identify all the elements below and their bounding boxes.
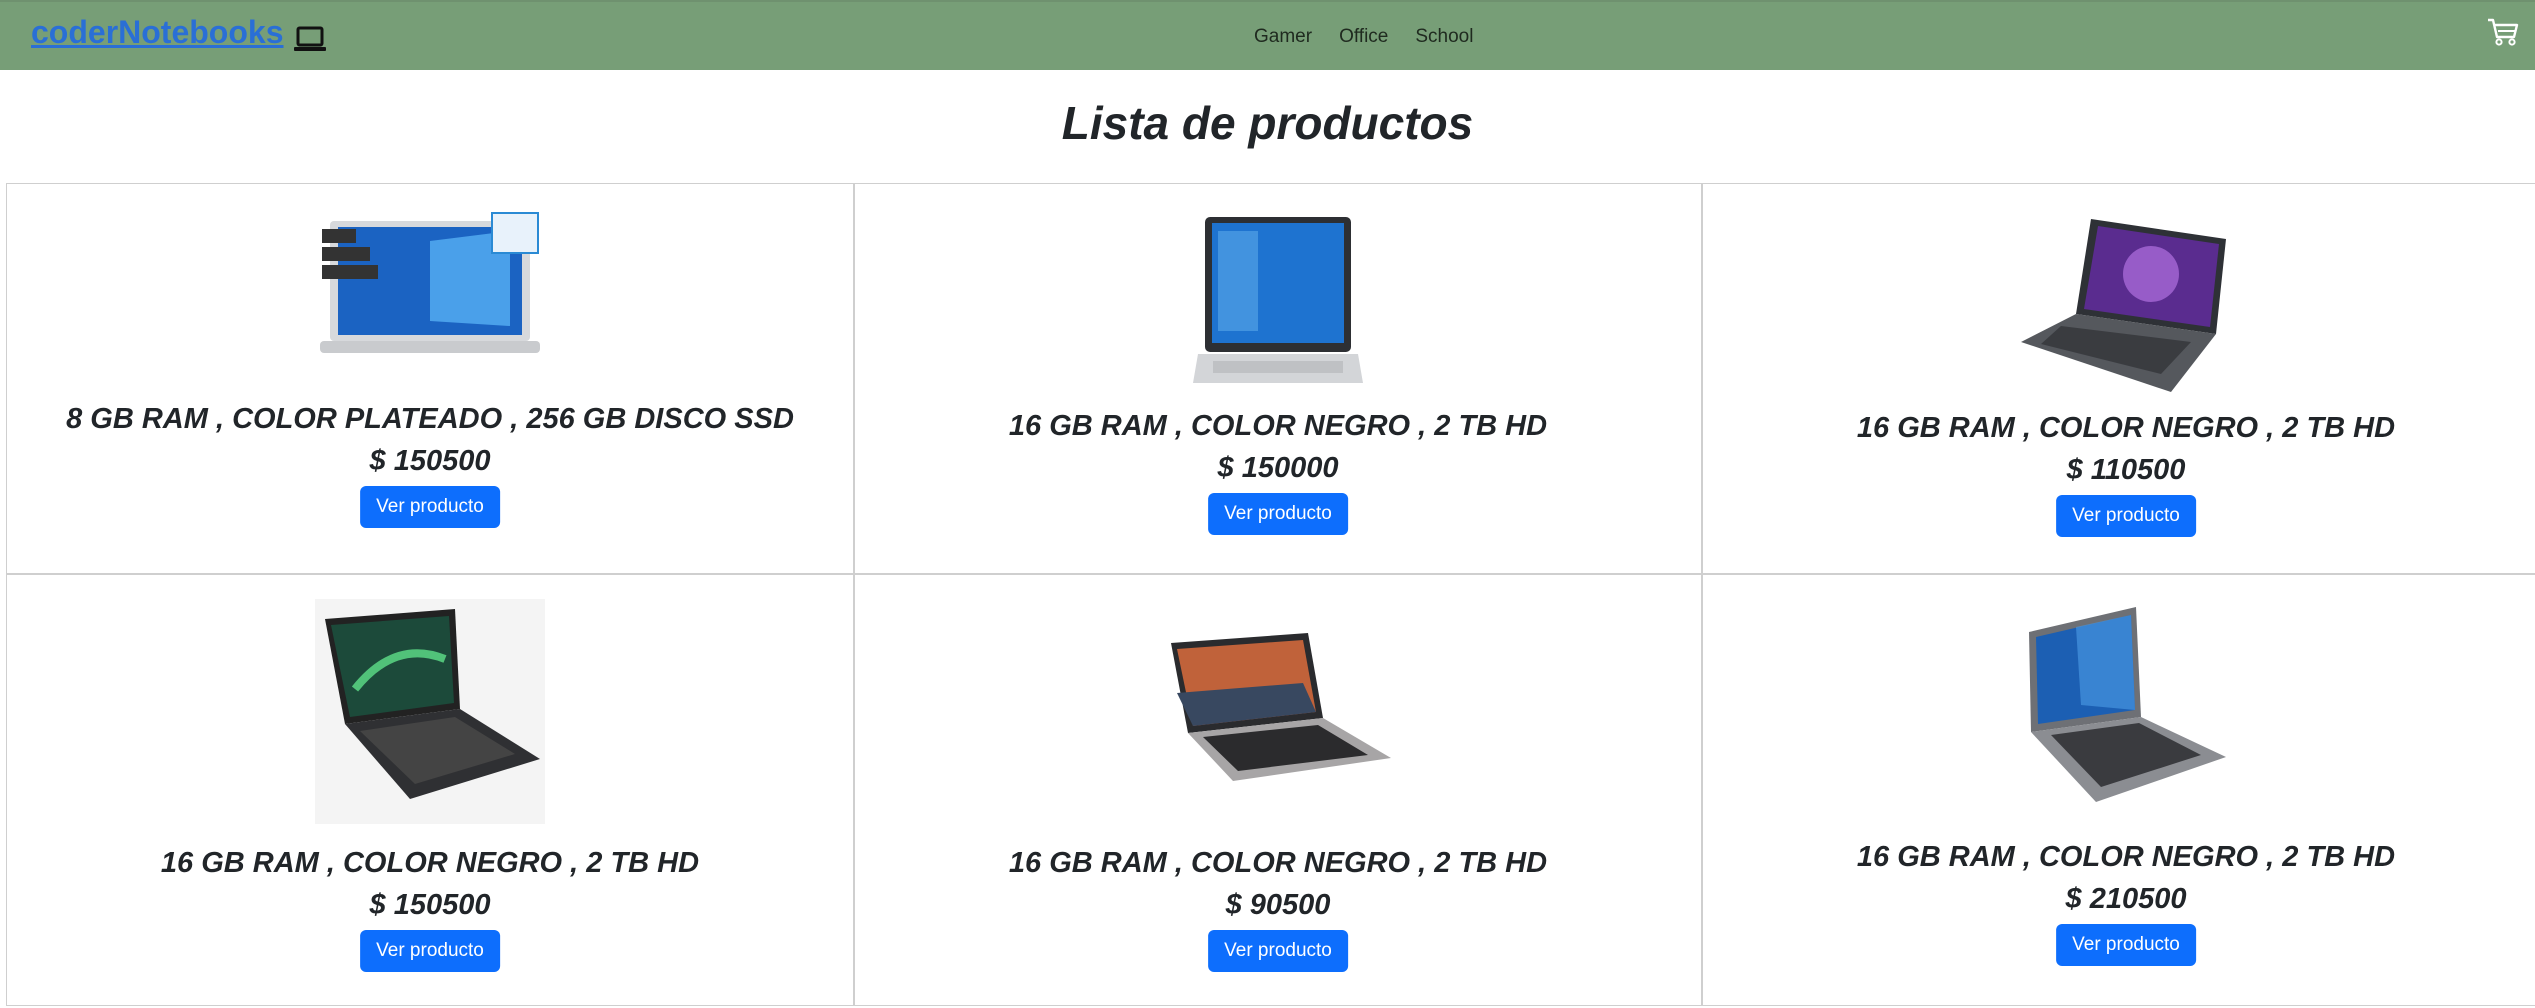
- view-product-button[interactable]: Ver producto: [2056, 495, 2196, 537]
- nav-link-office[interactable]: Office: [1339, 26, 1388, 48]
- product-card: 8 GB RAM , COLOR PLATEADO , 256 GB DISCO…: [6, 183, 854, 574]
- product-description: 16 GB RAM , COLOR NEGRO , 2 TB HD: [1856, 841, 2396, 873]
- product-price: $ 150000: [1217, 452, 1339, 484]
- view-product-button[interactable]: Ver producto: [2056, 924, 2196, 966]
- product-description: 16 GB RAM , COLOR NEGRO , 2 TB HD: [1008, 847, 1548, 879]
- view-product-button[interactable]: Ver producto: [360, 486, 500, 528]
- product-card: 16 GB RAM , COLOR NEGRO , 2 TB HD $ 2105…: [1702, 574, 2535, 1006]
- product-image: [1703, 214, 2535, 394]
- product-price: $ 150500: [369, 445, 491, 477]
- product-price: $ 90500: [1225, 889, 1331, 921]
- product-description: 16 GB RAM , COLOR NEGRO , 2 TB HD: [160, 847, 700, 879]
- brand-link[interactable]: coderNotebooks: [31, 14, 283, 51]
- product-card: 16 GB RAM , COLOR NEGRO , 2 TB HD $ 1105…: [1702, 183, 2535, 574]
- product-card: 16 GB RAM , COLOR NEGRO , 2 TB HD $ 1500…: [854, 183, 1702, 574]
- view-product-button[interactable]: Ver producto: [1208, 493, 1348, 535]
- product-price: $ 210500: [2065, 883, 2187, 915]
- view-product-button[interactable]: Ver producto: [360, 930, 500, 972]
- view-product-button[interactable]: Ver producto: [1208, 930, 1348, 972]
- product-card: 16 GB RAM , COLOR NEGRO , 2 TB HD $ 9050…: [854, 574, 1702, 1006]
- product-description: 16 GB RAM , COLOR NEGRO , 2 TB HD: [1856, 412, 2396, 444]
- nav-links: Gamer Office School: [1254, 26, 1500, 48]
- product-description: 16 GB RAM , COLOR NEGRO , 2 TB HD: [1008, 410, 1548, 442]
- product-image: [7, 211, 853, 366]
- product-price: $ 110500: [2066, 454, 2186, 486]
- product-price: $ 150500: [369, 889, 491, 921]
- cart-icon[interactable]: [2486, 17, 2520, 52]
- nav-link-gamer[interactable]: Gamer: [1254, 26, 1312, 48]
- nav-link-school[interactable]: School: [1415, 26, 1473, 48]
- product-image: [855, 633, 1701, 783]
- page-title: Lista de productos: [1061, 97, 1474, 149]
- product-image: [855, 211, 1701, 386]
- product-image: [7, 599, 853, 824]
- navbar: coderNotebooks Gamer Office School: [0, 0, 2535, 70]
- product-image: [1703, 607, 2535, 807]
- product-description: 8 GB RAM , COLOR PLATEADO , 256 GB DISCO…: [66, 403, 794, 435]
- product-card: 16 GB RAM , COLOR NEGRO , 2 TB HD $ 1505…: [6, 574, 854, 1006]
- laptop-icon: [293, 26, 327, 59]
